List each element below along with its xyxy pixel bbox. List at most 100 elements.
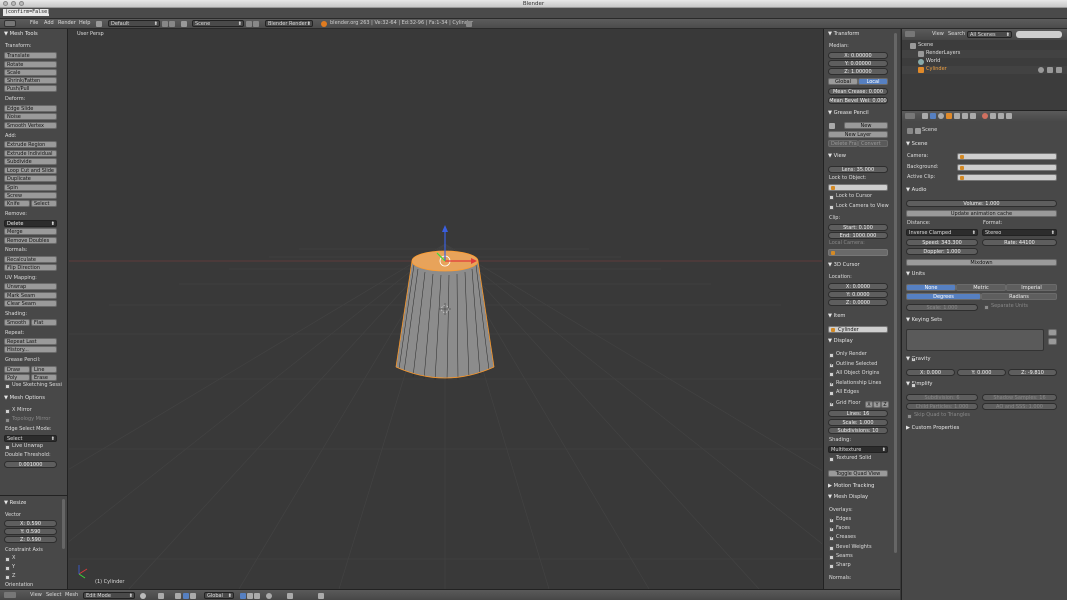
grease-pencil-header[interactable]: Grease Pencil [828,110,869,117]
median-y-field[interactable]: Y: 0.00000 [828,60,888,67]
screw-button[interactable]: Screw [4,192,57,199]
child-particles-field[interactable]: Child Particles: 1.000 [906,403,978,410]
translate-manipulator-icon[interactable] [183,593,189,599]
mesh-display-header[interactable]: Mesh Display [828,494,868,501]
rotate-button[interactable]: Rotate [4,61,57,68]
only-render-checkbox[interactable] [829,353,834,358]
screen-layout-icon[interactable] [96,21,102,27]
pivot-point-icon[interactable] [158,593,164,599]
edge-slide-button[interactable]: Edge Slide [4,105,57,112]
tool-shelf-scrollbar[interactable] [62,499,65,549]
live-unwrap-checkbox[interactable] [5,445,10,450]
vertex-select-icon[interactable] [240,593,246,599]
gp-new-button[interactable]: New [844,122,888,129]
unwrap-button[interactable]: Unwrap [4,283,57,290]
grid-y-toggle[interactable]: Y [873,401,881,408]
mark-seam-button[interactable]: Mark Seam [4,292,57,299]
noise-button[interactable]: Noise [4,113,57,120]
proportional-edit-icon[interactable] [266,593,272,599]
menu-help[interactable]: Help [79,19,90,28]
gp-line-button[interactable]: Line [31,366,57,373]
smooth-button[interactable]: Smooth [4,319,30,326]
shrink-fatten-button[interactable]: Shrink/Fatten [4,77,57,84]
renderable-camera-icon[interactable] [1056,67,1062,73]
properties-editor-icon[interactable] [905,113,915,119]
outliner-row-cylinder[interactable]: Cylinder [902,66,1067,74]
resize-operator-header[interactable]: Resize [4,500,27,507]
mixdown-button[interactable]: Mixdown [906,259,1057,266]
recalculate-button[interactable]: Recalculate [4,256,57,263]
local-camera-field[interactable] [828,249,888,256]
mesh-options-header[interactable]: Mesh Options [4,395,45,402]
background-field[interactable] [957,164,1057,171]
merge-button[interactable]: Merge [4,228,57,235]
scene-panel-header[interactable]: Scene [906,141,928,148]
resize-y-field[interactable]: Y: 0.590 [4,528,57,535]
units-metric-toggle[interactable]: Metric [956,284,1006,291]
degrees-toggle[interactable]: Degrees [906,293,981,300]
gp-datablock-icon[interactable] [829,123,835,129]
spin-button[interactable]: Spin [4,184,57,191]
3d-viewport[interactable]: User Persp (1) Cylinder [69,29,822,589]
view3d-editor-icon[interactable] [4,592,16,598]
gravity-checkbox[interactable] [911,356,916,362]
local-toggle[interactable]: Local [858,78,888,85]
mode-select[interactable]: Edit Mode [83,592,135,599]
flip-direction-button[interactable]: Flip Direction [4,264,57,271]
modifiers-tab-icon[interactable] [962,113,968,119]
format-select[interactable]: Stereo [982,229,1057,236]
gravity-z-field[interactable]: Z: -9.810 [1008,369,1057,376]
bevel-weights-checkbox[interactable] [829,546,834,551]
creases-overlay-checkbox[interactable] [829,535,834,541]
lock-to-object-field[interactable] [828,184,888,191]
selectable-arrow-icon[interactable] [1047,67,1053,73]
median-z-field[interactable]: Z: 1.00000 [828,68,888,75]
knife-button[interactable]: Knife [4,200,30,207]
history-button[interactable]: History... [4,346,57,353]
screen-layout-select[interactable]: Default [108,20,160,27]
menu-render[interactable]: Render [58,19,76,28]
distance-model-select[interactable]: Inverse Clamped [906,229,978,236]
render-preview-icon[interactable] [318,593,324,599]
shadow-samples-field[interactable]: Shadow Samples: 16 [982,394,1057,401]
lock-camera-checkbox[interactable] [829,205,834,210]
item-panel-header[interactable]: Item [828,313,846,320]
separate-units-checkbox[interactable] [984,305,989,310]
item-name-field[interactable]: Cylinder [828,326,888,333]
unit-scale-field[interactable]: Scale: 1.000 [906,304,978,311]
edge-select-mode-select[interactable]: Select [4,435,57,442]
mean-bevel-field[interactable]: Mean Bevel Wei: 0.000 [828,97,888,104]
repeat-last-button[interactable]: Repeat Last [4,338,57,345]
extrude-region-button[interactable]: Extrude Region [4,141,57,148]
particles-tab-icon[interactable] [998,113,1004,119]
menu-add[interactable]: Add [44,19,54,28]
doppler-field[interactable]: Doppler: 1.000 [906,248,978,255]
units-none-toggle[interactable]: None [906,284,956,291]
gp-draw-button[interactable]: Draw [4,366,30,373]
radians-toggle[interactable]: Radians [981,293,1057,300]
seams-overlay-checkbox[interactable] [829,555,834,560]
outliner-search-field[interactable] [1016,31,1062,38]
gp-convert-button[interactable]: Convert [858,140,888,147]
world-tab-icon[interactable] [938,113,944,119]
transform-panel-header[interactable]: Transform [828,31,860,38]
lock-to-cursor-checkbox[interactable] [829,195,834,200]
all-edges-checkbox[interactable] [829,391,834,396]
skip-quad-checkbox[interactable] [907,414,912,419]
scene-tab-icon[interactable] [930,113,936,119]
npanel-scrollbar[interactable] [894,33,897,553]
lens-field[interactable]: Lens: 35.000 [828,166,888,173]
resize-x-field[interactable]: X: 0.590 [4,520,57,527]
remove-layout-icon[interactable] [169,21,175,27]
constraint-x-checkbox[interactable] [5,557,10,562]
speed-field[interactable]: Speed: 343.300 [906,239,978,246]
double-threshold-field[interactable]: 0.001000 [4,461,57,468]
gravity-y-field[interactable]: Y: 0.000 [957,369,1006,376]
constraint-z-checkbox[interactable] [5,575,10,580]
mean-crease-field[interactable]: Mean Crease: 0.000 [828,88,888,95]
relationship-lines-checkbox[interactable] [829,381,834,387]
outline-selected-checkbox[interactable] [829,362,834,368]
render-tab-icon[interactable] [922,113,928,119]
edges-overlay-checkbox[interactable] [829,517,834,523]
smooth-vertex-button[interactable]: Smooth Vertex [4,122,57,129]
